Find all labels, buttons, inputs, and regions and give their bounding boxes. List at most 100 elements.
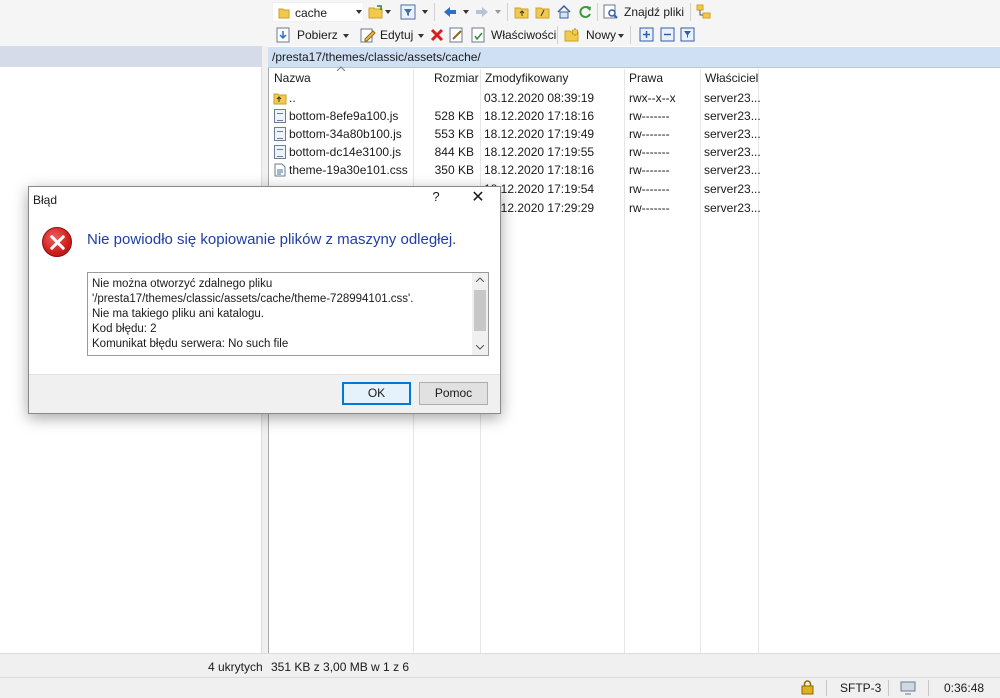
- local-panel-header: [0, 46, 262, 67]
- error-detail-line: '/presta17/themes/classic/assets/cache/t…: [92, 293, 414, 305]
- dialog-title: Błąd: [33, 193, 58, 207]
- file-size: 553 KB: [434, 127, 474, 141]
- file-size: 528 KB: [434, 109, 474, 123]
- remote-directory-dropdown-icon[interactable]: [356, 10, 362, 14]
- edit-dropdown-icon[interactable]: [418, 34, 424, 38]
- toolbar-separator: [507, 3, 508, 21]
- toolbar-separator: [434, 3, 435, 21]
- js-file-icon: [274, 145, 286, 159]
- error-detail-line: Kod błędu: 2: [92, 323, 157, 335]
- new-dropdown-icon[interactable]: [618, 34, 624, 38]
- find-files-button[interactable]: Znajdź pliki: [624, 4, 684, 20]
- column-header-size[interactable]: Rozmiar: [434, 69, 479, 87]
- properties-icon[interactable]: [471, 27, 487, 43]
- error-details-box[interactable]: Nie można otworzyć zdalnego pliku '/pres…: [87, 272, 489, 356]
- file-modified: 18.12.2020 17:19:55: [484, 145, 595, 159]
- edit-button[interactable]: Edytuj: [380, 27, 413, 43]
- file-name: bottom-8efe9a100.js: [289, 109, 399, 123]
- rename-icon[interactable]: [449, 27, 465, 43]
- select-files-icon[interactable]: [639, 27, 655, 43]
- status-divider: [888, 680, 889, 696]
- new-button[interactable]: Nowy: [586, 27, 616, 43]
- file-rights: rw-------: [629, 109, 670, 123]
- column-header-owner[interactable]: Właściciel: [705, 69, 758, 87]
- ok-button[interactable]: OK: [342, 382, 411, 405]
- css-file-icon: [274, 163, 286, 177]
- file-owner: server23...: [704, 182, 761, 196]
- file-row[interactable]: .. 03.12.2020 08:39:19 rwx--x--x server2…: [270, 89, 1000, 107]
- error-icon: [42, 227, 72, 257]
- file-rights: rw-------: [629, 163, 670, 177]
- tree-view-icon[interactable]: [696, 4, 712, 20]
- file-row[interactable]: bottom-34a80b100.js 553 KB 18.12.2020 17…: [270, 125, 1000, 143]
- error-detail-line: Komunikat błędu serwera: No such file: [92, 338, 289, 350]
- download-dropdown-icon[interactable]: [343, 34, 349, 38]
- open-directory-dropdown-icon[interactable]: [385, 10, 391, 14]
- download-icon[interactable]: [276, 27, 292, 43]
- status-divider: [826, 680, 827, 696]
- session-time: 0:36:48: [944, 681, 985, 695]
- sort-ascending-icon: [337, 66, 345, 71]
- remote-directory-value: cache: [295, 6, 328, 20]
- refresh-icon[interactable]: [577, 4, 593, 20]
- close-icon[interactable]: ✕: [469, 189, 487, 207]
- file-size: 350 KB: [434, 163, 474, 177]
- error-dialog: Błąd ? ✕ Nie powiodło się kopiowanie pli…: [28, 186, 501, 414]
- remote-selection-info: 351 KB z 3,00 MB w 1 z 6: [271, 660, 410, 674]
- file-modified: 18.12.2020 17:19:49: [484, 127, 595, 141]
- lock-icon: [801, 680, 814, 695]
- filter-icon[interactable]: [400, 4, 416, 20]
- folder-icon: [278, 8, 290, 19]
- back-dropdown-icon[interactable]: [463, 10, 469, 14]
- file-modified: 03.12.2020 08:39:19: [484, 91, 595, 105]
- parent-directory-icon[interactable]: [514, 4, 530, 20]
- file-name: bottom-34a80b100.js: [289, 127, 402, 141]
- toolbar-separator: [630, 26, 631, 44]
- network-icon: [900, 681, 916, 695]
- error-detail-line: Nie ma takiego pliku ani katalogu.: [92, 308, 264, 320]
- scrollbar-thumb[interactable]: [474, 290, 486, 331]
- edit-icon[interactable]: [360, 27, 376, 43]
- filter-dropdown-icon[interactable]: [422, 10, 428, 14]
- toolbar-separator: [557, 26, 558, 44]
- error-detail-line: Nie można otworzyć zdalnego pliku: [92, 278, 273, 290]
- file-owner: server23...: [704, 145, 761, 159]
- help-button[interactable]: Pomoc: [419, 382, 488, 405]
- local-hidden-count: 4 ukrytych: [208, 660, 263, 674]
- scroll-up-icon[interactable]: [476, 277, 484, 282]
- column-header-name[interactable]: Nazwa: [274, 69, 311, 87]
- remote-directory-combo[interactable]: cache: [272, 2, 364, 22]
- file-owner: server23...: [704, 91, 761, 105]
- toolbar-separator: [690, 3, 691, 21]
- file-rights: rwx--x--x: [629, 91, 676, 105]
- remote-path-bar[interactable]: /presta17/themes/classic/assets/cache/: [268, 47, 1000, 68]
- open-directory-icon[interactable]: [368, 4, 384, 20]
- download-button[interactable]: Pobierz: [297, 27, 338, 43]
- column-header-modified[interactable]: Zmodyfikowany: [485, 69, 568, 87]
- home-directory-icon[interactable]: [556, 4, 572, 20]
- file-owner: server23...: [704, 201, 761, 215]
- new-folder-icon[interactable]: [564, 27, 580, 43]
- file-name: bottom-dc14e3100.js: [289, 145, 402, 159]
- root-directory-icon[interactable]: [535, 4, 551, 20]
- file-row[interactable]: bottom-dc14e3100.js 844 KB 18.12.2020 17…: [270, 143, 1000, 161]
- forward-dropdown-icon[interactable]: [495, 10, 501, 14]
- file-modified: 18.12.2020 17:18:16: [484, 163, 595, 177]
- properties-button[interactable]: Właściwości: [491, 27, 556, 43]
- delete-icon[interactable]: [429, 27, 445, 43]
- unselect-files-icon[interactable]: [660, 27, 676, 43]
- column-header-rights[interactable]: Prawa: [629, 69, 663, 87]
- find-files-icon[interactable]: [603, 4, 619, 20]
- details-scrollbar[interactable]: [472, 273, 488, 355]
- back-arrow-icon[interactable]: [442, 4, 458, 20]
- file-rights: rw-------: [629, 182, 670, 196]
- file-row[interactable]: bottom-8efe9a100.js 528 KB 18.12.2020 17…: [270, 107, 1000, 125]
- help-icon[interactable]: ?: [429, 189, 443, 204]
- file-owner: server23...: [704, 163, 761, 177]
- filter-select-icon[interactable]: [680, 27, 696, 43]
- file-name: theme-19a30e101.css: [289, 163, 408, 177]
- scroll-down-icon[interactable]: [476, 345, 484, 350]
- file-row[interactable]: theme-19a30e101.css 350 KB 18.12.2020 17…: [270, 161, 1000, 179]
- protocol-label: SFTP-3: [840, 681, 882, 695]
- forward-arrow-icon[interactable]: [474, 4, 490, 20]
